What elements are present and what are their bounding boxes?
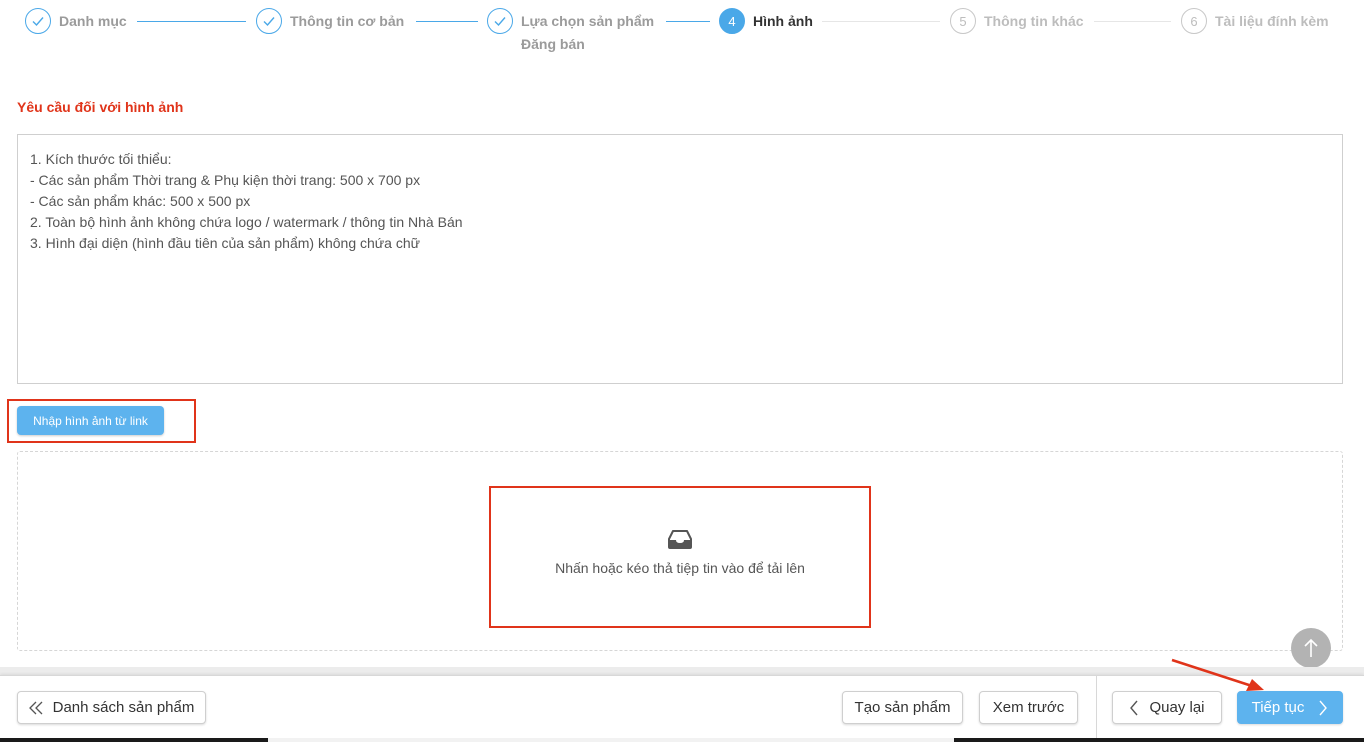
requirements-box: 1. Kích thước tối thiểu: - Các sản phẩm … bbox=[17, 134, 1343, 384]
create-product-button[interactable]: Tạo sản phẩm bbox=[842, 691, 963, 724]
check-icon bbox=[487, 8, 513, 34]
step-label-wrap: Lựa chọn sản phẩm Đăng bán bbox=[521, 8, 654, 54]
annotation-arrow bbox=[1171, 658, 1264, 691]
preview-label: Xem trước bbox=[992, 699, 1065, 716]
arrow-up-icon bbox=[1304, 638, 1318, 657]
chevron-right-icon bbox=[1319, 700, 1328, 715]
step-connector bbox=[666, 21, 710, 22]
highlight-frame bbox=[489, 486, 871, 628]
requirement-line: - Các sản phẩm Thời trang & Phụ kiện thờ… bbox=[30, 172, 421, 188]
step-product-selection[interactable]: Lựa chọn sản phẩm Đăng bán bbox=[487, 8, 654, 54]
step-label-line2: Đăng bán bbox=[521, 36, 585, 52]
steps-bar: Danh mục Thông tin cơ bản Lựa chọn sản p… bbox=[0, 0, 1364, 60]
step-label: Tài liệu đính kèm bbox=[1215, 13, 1329, 29]
step-images[interactable]: 4 Hình ảnh bbox=[719, 8, 813, 34]
step-connector bbox=[1094, 21, 1171, 22]
bottom-strip-segment bbox=[268, 738, 954, 742]
footer-separator bbox=[0, 667, 1364, 675]
step-label: Hình ảnh bbox=[753, 13, 813, 29]
requirements-title: Yêu cầu đối với hình ảnh bbox=[17, 99, 184, 115]
requirement-line: 2. Toàn bộ hình ảnh không chứa logo / wa… bbox=[30, 214, 463, 230]
step-attachments[interactable]: 6 Tài liệu đính kèm bbox=[1181, 8, 1329, 34]
step-label: Lựa chọn sản phẩm bbox=[521, 13, 655, 29]
step-connector bbox=[416, 21, 478, 22]
requirement-line: 1. Kích thước tối thiểu: bbox=[30, 151, 172, 167]
step-connector bbox=[137, 21, 246, 22]
product-list-button[interactable]: Danh sách sản phẩm bbox=[17, 691, 206, 724]
step-label: Thông tin cơ bản bbox=[290, 13, 405, 29]
back-label: Quay lại bbox=[1149, 699, 1205, 716]
scroll-top-button[interactable] bbox=[1291, 628, 1331, 668]
footer-divider bbox=[1096, 675, 1097, 742]
check-icon bbox=[25, 8, 51, 34]
product-list-label: Danh sách sản phẩm bbox=[52, 699, 195, 716]
upload-hint: Nhấn hoặc kéo thả tiệp tin vào để tải lê… bbox=[555, 560, 805, 576]
import-from-link-button[interactable]: Nhập hình ảnh từ link bbox=[17, 406, 164, 435]
step-connector bbox=[822, 21, 940, 22]
double-chevron-left-icon bbox=[28, 701, 43, 714]
requirement-line: 3. Hình đại diện (hình đầu tiên của sản … bbox=[30, 235, 420, 251]
requirement-line: - Các sản phẩm khác: 500 x 500 px bbox=[30, 193, 251, 209]
step-label: Danh mục bbox=[59, 13, 127, 29]
preview-button[interactable]: Xem trước bbox=[979, 691, 1078, 724]
step-other-info[interactable]: 5 Thông tin khác bbox=[950, 8, 1084, 34]
step-category[interactable]: Danh mục bbox=[25, 8, 127, 34]
chevron-left-icon bbox=[1130, 700, 1139, 715]
create-product-label: Tạo sản phẩm bbox=[854, 699, 951, 716]
step-basic-info[interactable]: Thông tin cơ bản bbox=[256, 8, 404, 34]
step-label: Thông tin khác bbox=[984, 13, 1084, 29]
check-icon bbox=[256, 8, 282, 34]
step-number: 6 bbox=[1181, 8, 1207, 34]
next-label: Tiếp tục bbox=[1251, 699, 1305, 716]
bottom-strip bbox=[0, 738, 1364, 742]
step-number: 4 bbox=[719, 8, 745, 34]
step-number: 5 bbox=[950, 8, 976, 34]
inbox-icon bbox=[668, 530, 692, 549]
